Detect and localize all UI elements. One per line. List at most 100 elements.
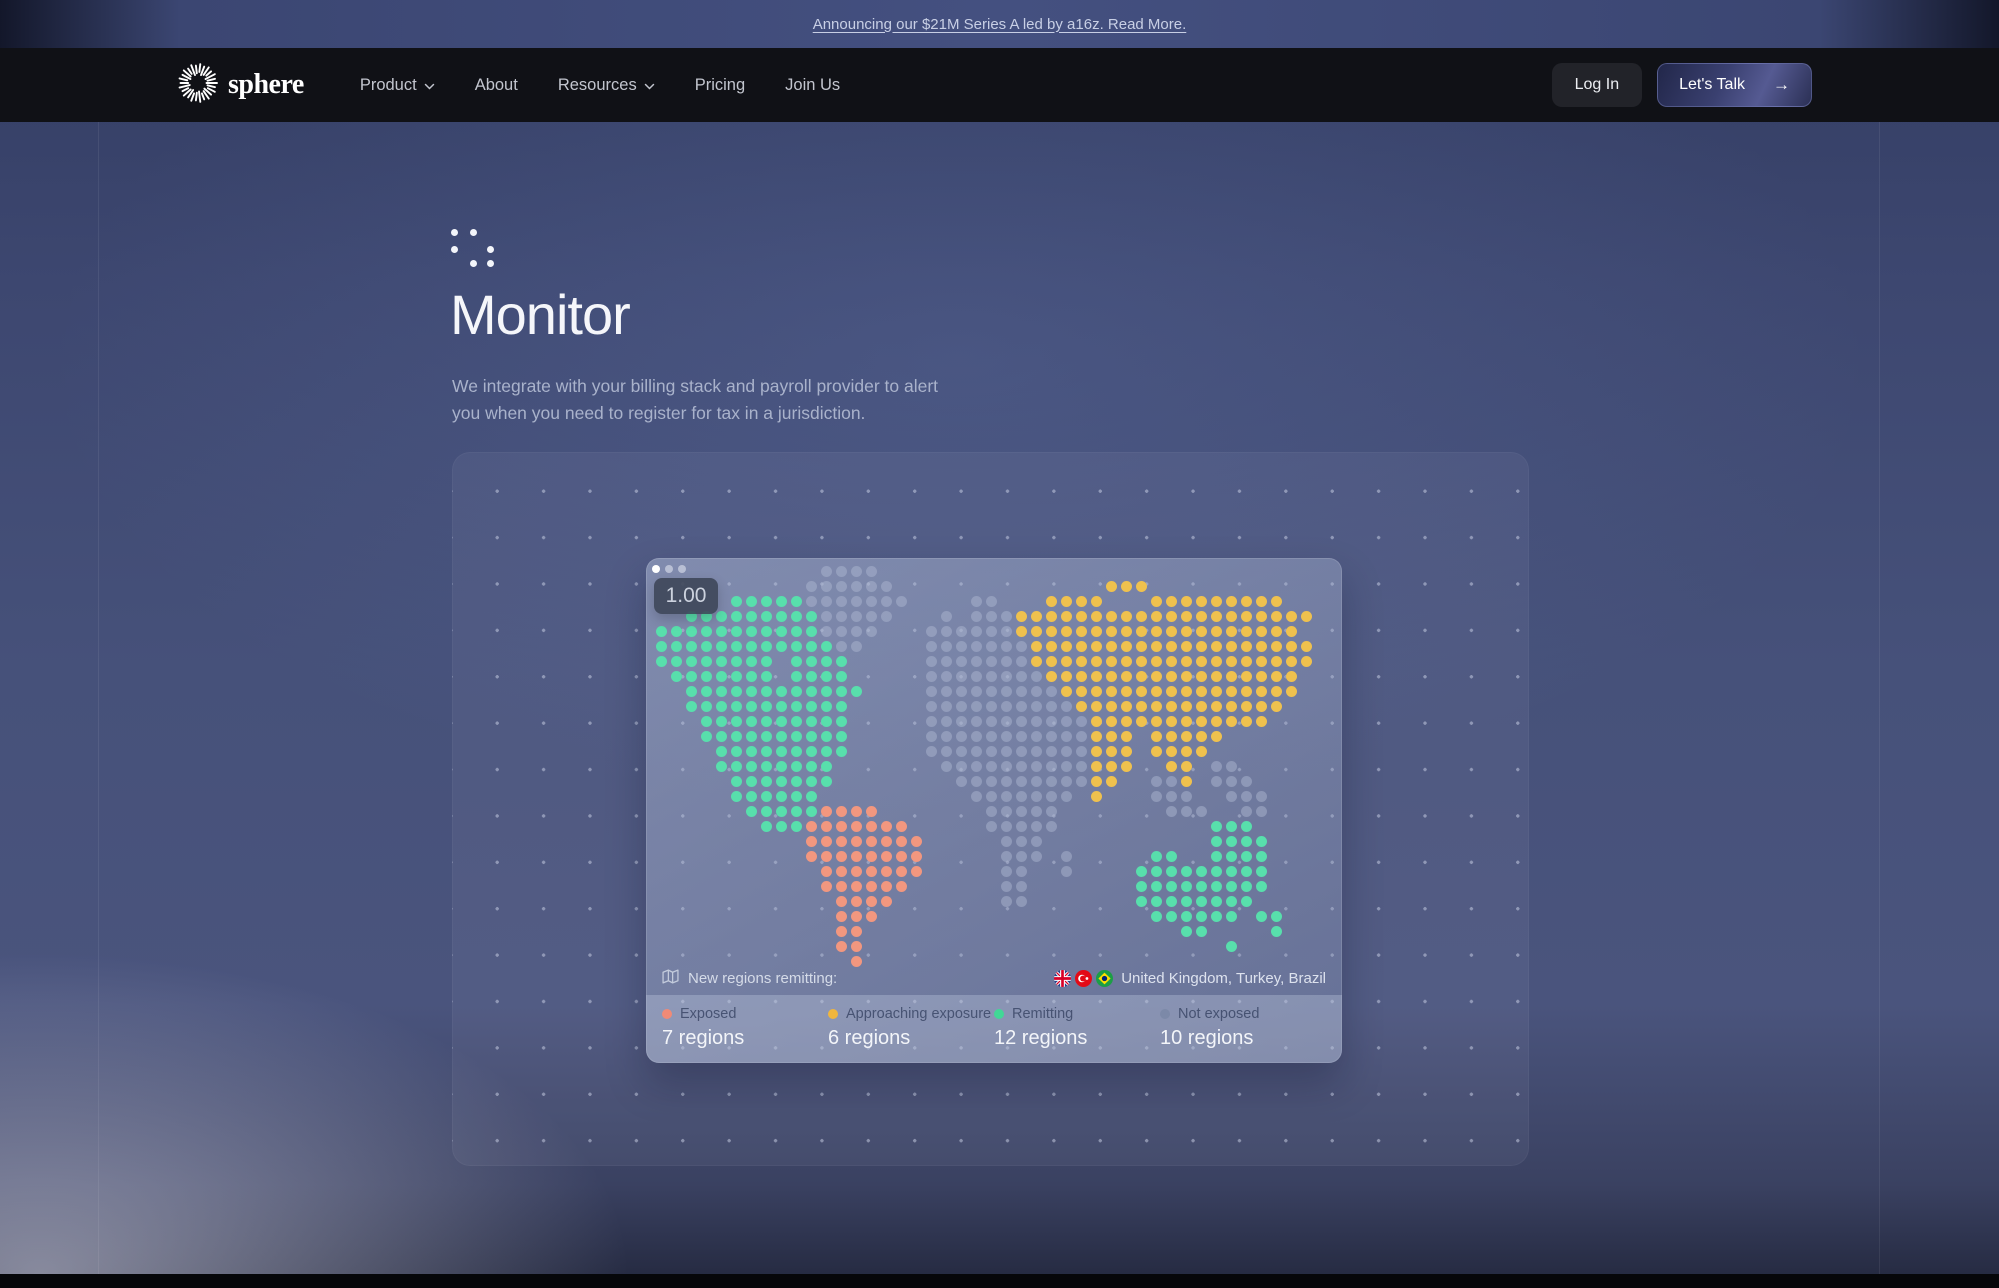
map-dot: [1106, 731, 1117, 742]
map-dot: [1211, 656, 1222, 667]
nav-item-pricing[interactable]: Pricing: [695, 76, 745, 95]
login-button[interactable]: Log In: [1552, 63, 1642, 107]
map-dot: [851, 926, 862, 937]
map-dot: [1031, 701, 1042, 712]
map-dot: [1001, 866, 1012, 877]
map-dot: [1061, 596, 1072, 607]
map-dot: [1226, 866, 1237, 877]
map-dot: [1181, 896, 1192, 907]
map-dot: [1181, 746, 1192, 757]
map-dot: [1211, 821, 1222, 832]
map-dot: [1256, 596, 1267, 607]
map-dot: [836, 851, 847, 862]
map-dot: [1226, 626, 1237, 637]
map-dot: [821, 626, 832, 637]
map-dot: [1271, 641, 1282, 652]
map-dot: [1091, 761, 1102, 772]
map-dot: [1091, 626, 1102, 637]
legend-item: Not exposed 10 regions: [1160, 1006, 1326, 1063]
map-dot: [1211, 611, 1222, 622]
map-dot: [746, 701, 757, 712]
nav-item-resources[interactable]: Resources: [558, 76, 655, 95]
map-dot: [836, 926, 847, 937]
nav-item-about[interactable]: About: [475, 76, 518, 95]
map-dot: [986, 596, 997, 607]
map-dot: [1076, 611, 1087, 622]
map-dot: [746, 596, 757, 607]
map-dot: [776, 761, 787, 772]
map-dot: [1136, 716, 1147, 727]
sphere-starburst-icon: [177, 62, 219, 109]
map-dot: [1001, 746, 1012, 757]
map-dot: [731, 641, 742, 652]
map-dot: [1211, 731, 1222, 742]
map-dot: [1046, 596, 1057, 607]
map-dot: [1091, 731, 1102, 742]
map-dot: [806, 776, 817, 787]
map-dot: [1151, 641, 1162, 652]
map-dot: [1151, 656, 1162, 667]
map-dot: [971, 611, 982, 622]
map-dot: [971, 776, 982, 787]
map-dot: [881, 896, 892, 907]
map-dot: [1181, 701, 1192, 712]
nav-item-product[interactable]: Product: [360, 76, 435, 95]
map-dot: [776, 611, 787, 622]
map-dot: [791, 776, 802, 787]
announcement-banner: Announcing our $21M Series A led by a16z…: [0, 0, 1999, 48]
map-dot: [1076, 641, 1087, 652]
announcement-link[interactable]: Announcing our $21M Series A led by a16z…: [813, 16, 1187, 33]
map-dot: [731, 701, 742, 712]
map-dot: [776, 626, 787, 637]
legend-label: Not exposed: [1178, 1006, 1259, 1022]
map-dot: [1181, 686, 1192, 697]
map-dot: [926, 671, 937, 682]
map-dot: [761, 776, 772, 787]
map-dot: [881, 596, 892, 607]
map-dot: [911, 851, 922, 862]
map-dot: [866, 821, 877, 832]
map-dot: [701, 701, 712, 712]
map-dot: [986, 791, 997, 802]
map-dot: [1031, 641, 1042, 652]
sphere-logo[interactable]: sphere: [177, 62, 304, 109]
map-dot: [1016, 716, 1027, 727]
legend-swatch: [662, 1009, 672, 1019]
map-dot: [986, 641, 997, 652]
map-dot: [686, 701, 697, 712]
map-dot: [956, 701, 967, 712]
map-dot: [1286, 671, 1297, 682]
map-dot: [1271, 701, 1282, 712]
map-dot: [1226, 821, 1237, 832]
map-dot: [866, 881, 877, 892]
map-dot: [1256, 851, 1267, 862]
map-dot: [806, 716, 817, 727]
map-dot: [1226, 776, 1237, 787]
nav-item-join-us[interactable]: Join Us: [785, 76, 840, 95]
map-dot: [1196, 866, 1207, 877]
map-dot: [836, 686, 847, 697]
lets-talk-button[interactable]: Let's Talk →: [1657, 63, 1812, 107]
map-dot: [1181, 656, 1192, 667]
map-dot: [1166, 911, 1177, 922]
map-dot: [956, 671, 967, 682]
background-guide-line: [98, 122, 99, 1274]
map-dot: [761, 746, 772, 757]
map-dot: [866, 896, 877, 907]
map-dot: [1046, 686, 1057, 697]
map-dot: [941, 611, 952, 622]
map-dot: [761, 686, 772, 697]
map-dot: [791, 611, 802, 622]
map-dot: [1016, 836, 1027, 847]
map-dot: [1136, 866, 1147, 877]
map-dot: [926, 641, 937, 652]
map-dot: [806, 611, 817, 622]
map-dot: [956, 731, 967, 742]
hero-dot: [470, 229, 477, 236]
map-dot: [806, 746, 817, 757]
map-dot: [1151, 746, 1162, 757]
map-dot: [806, 626, 817, 637]
map-dot: [806, 836, 817, 847]
map-dot: [1211, 626, 1222, 637]
map-dot: [986, 656, 997, 667]
